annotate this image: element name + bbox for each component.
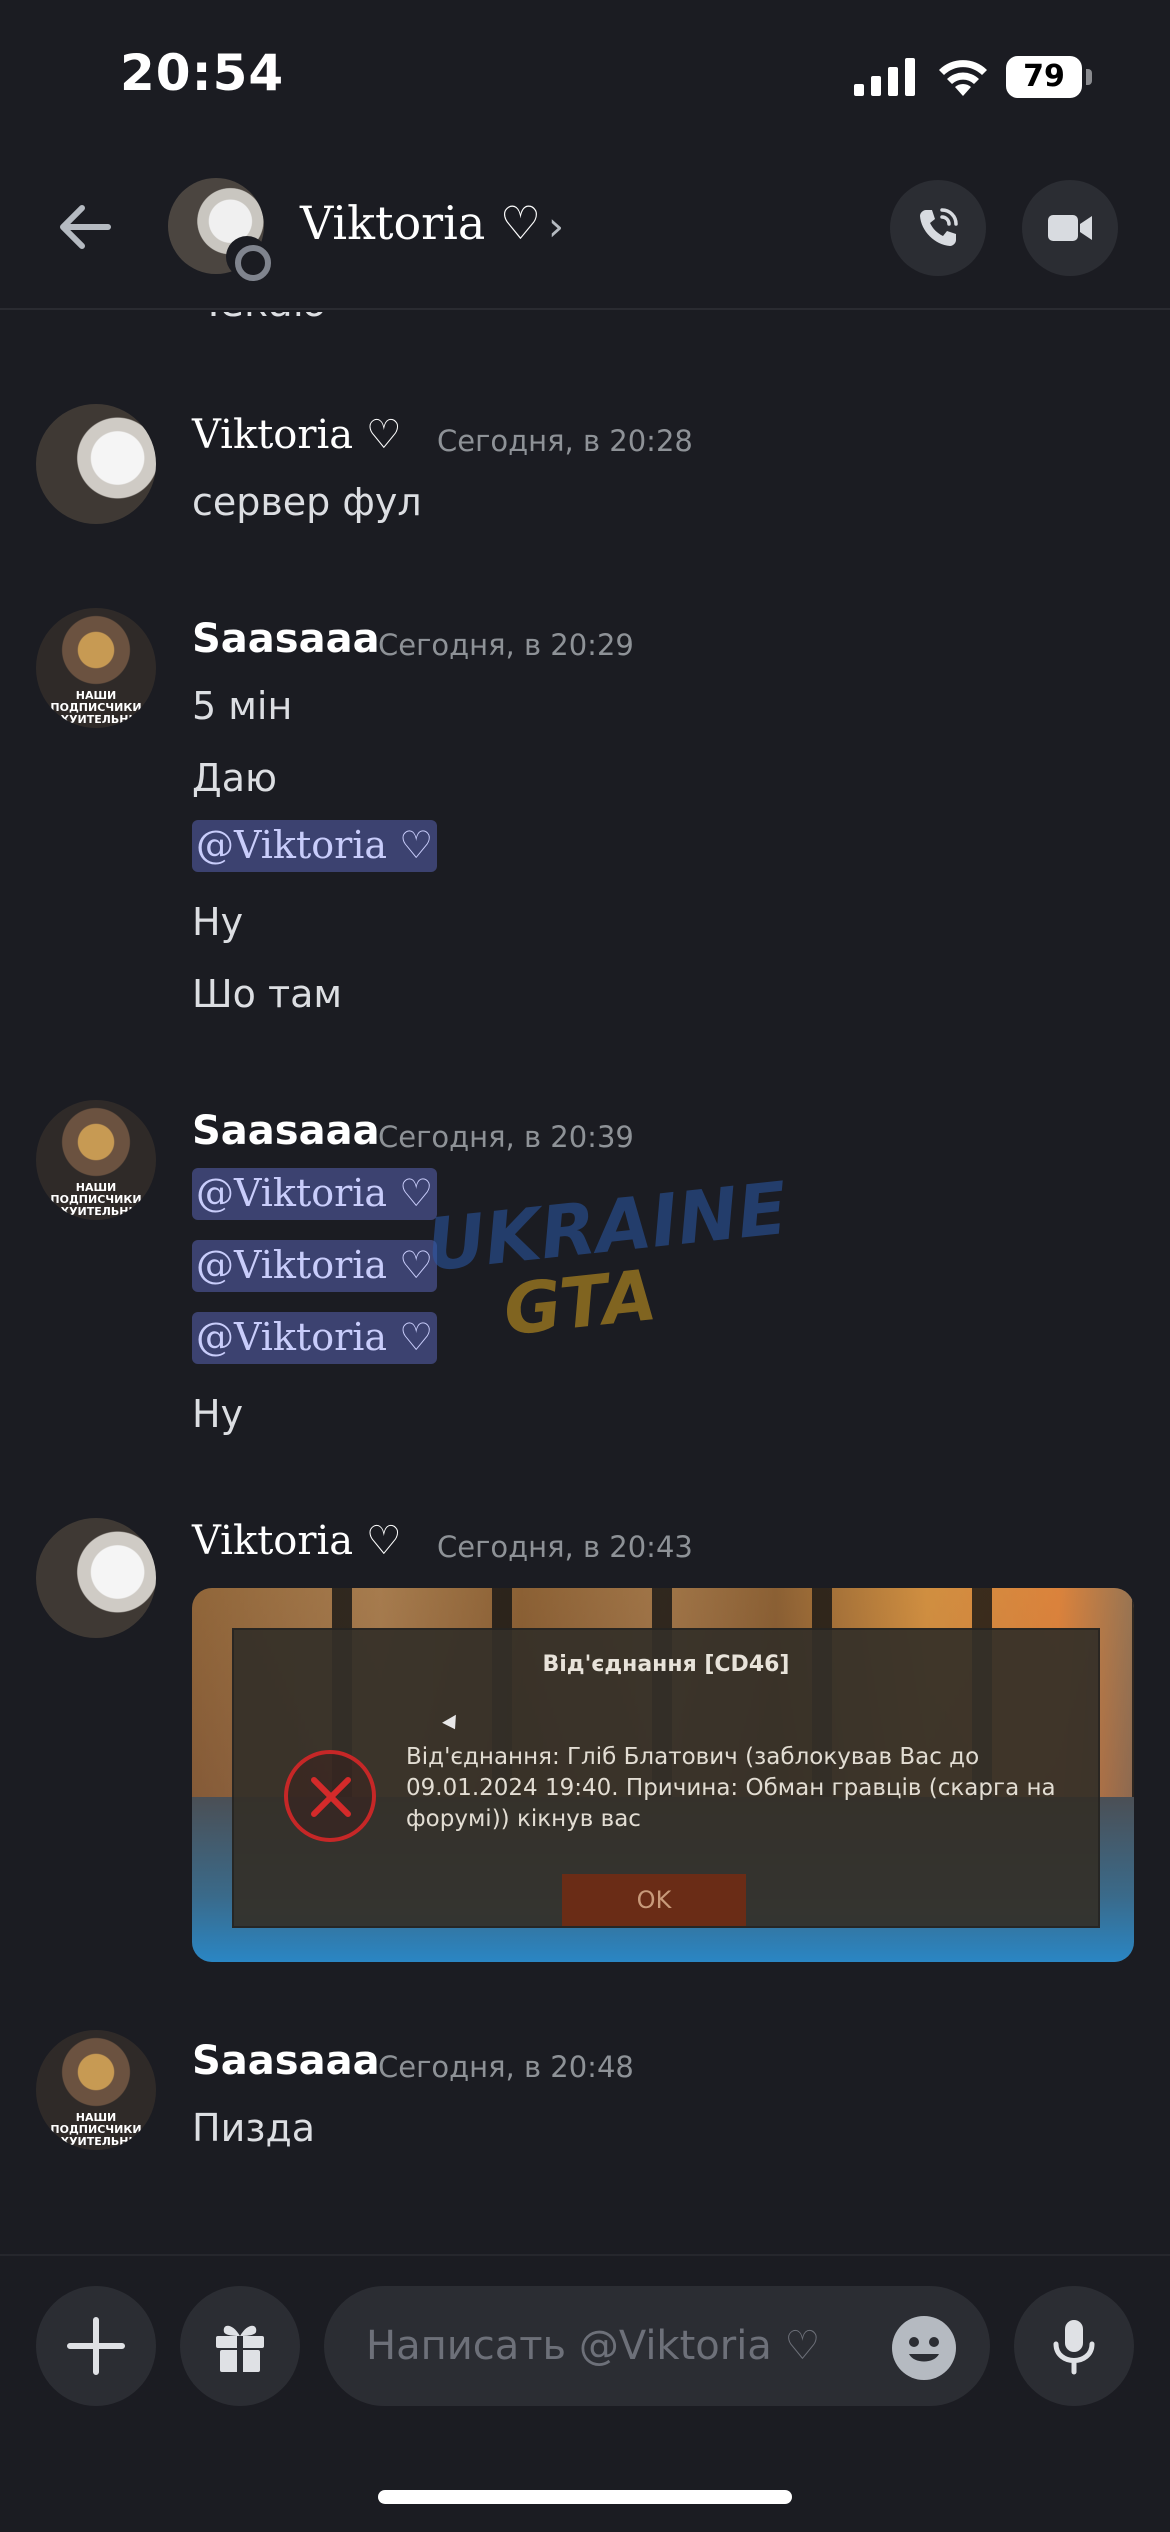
gift-button[interactable]: [180, 2286, 300, 2406]
battery-icon: 79: [1006, 56, 1092, 98]
message-text: Чекаю: [192, 312, 326, 326]
plus-icon: [67, 2317, 125, 2375]
voice-message-button[interactable]: [1014, 2286, 1134, 2406]
avatar-caption: НАШИ ПОДПИСЧИКИ АХУИТЕЛЬНЫ: [50, 2111, 142, 2148]
status-time: 20:54: [120, 44, 285, 102]
avatar-caption: НАШИ ПОДПИСЧИКИ АХУИТЕЛЬНЫ: [50, 1181, 142, 1218]
message-timestamp: Сегодня, в 20:48: [378, 2050, 634, 2084]
offline-status-icon: [226, 236, 271, 281]
dialog-title: Від'єднання [CD46]: [542, 1652, 790, 1677]
message-list[interactable]: Чекаю Viktoria ♡ Сегодня, в 20:28 сервер…: [0, 312, 1170, 2254]
message-timestamp: Сегодня, в 20:29: [378, 628, 634, 662]
user-mention[interactable]: @Viktoria ♡: [192, 1168, 438, 1220]
chat-header: Viktoria ♡ ›: [0, 160, 1170, 310]
phone-call-icon: [920, 208, 958, 246]
voice-call-button[interactable]: [890, 180, 986, 276]
avatar[interactable]: [36, 404, 156, 524]
emoji-icon: [909, 2337, 939, 2362]
avatar[interactable]: НАШИ ПОДПИСЧИКИ АХУИТЕЛЬНЫ: [36, 2030, 156, 2150]
message-input[interactable]: [324, 2286, 990, 2406]
image-attachment[interactable]: Від'єднання [CD46] Від'єднання: Гліб Бла…: [192, 1588, 1134, 1962]
message-text: Ну: [192, 900, 244, 944]
user-mention[interactable]: @Viktoria ♡: [192, 1240, 438, 1292]
chevron-right-icon[interactable]: ›: [548, 204, 564, 250]
user-mention[interactable]: @Viktoria ♡: [192, 820, 438, 872]
contact-name[interactable]: Viktoria ♡: [300, 196, 541, 250]
message-author[interactable]: Saasaaa: [192, 2038, 380, 2084]
status-bar: 20:54 79: [0, 0, 1170, 160]
add-attachment-button[interactable]: [36, 2286, 156, 2406]
wifi-icon: [939, 60, 987, 96]
message-text: Пизда: [192, 2106, 316, 2150]
message-author[interactable]: Viktoria ♡: [192, 1518, 402, 1564]
message-author[interactable]: Viktoria ♡: [192, 412, 402, 458]
message-author[interactable]: Saasaaa: [192, 616, 380, 662]
message-text: Даю: [192, 756, 277, 800]
dialog-ok-button: OK: [562, 1874, 746, 1926]
message-text: 5 мін: [192, 684, 293, 728]
signal-icon: [854, 58, 915, 96]
dialog-message: Від'єднання: Гліб Блатович (заблокував В…: [406, 1744, 1056, 1832]
microphone-icon: [1053, 2320, 1095, 2375]
avatar-caption: НАШИ ПОДПИСЧИКИ АХУИТЕЛЬНЫ: [50, 689, 142, 726]
message-timestamp: Сегодня, в 20:39: [378, 1120, 634, 1154]
gift-icon: [216, 2325, 264, 2372]
message-timestamp: Сегодня, в 20:28: [437, 424, 693, 458]
message-author[interactable]: Saasaaa: [192, 1108, 380, 1154]
emoji-button[interactable]: [892, 2316, 956, 2380]
avatar[interactable]: НАШИ ПОДПИСЧИКИ АХУИТЕЛЬНЫ: [36, 608, 156, 728]
message-text: Ну: [192, 1392, 244, 1436]
message-text: сервер фул: [192, 480, 422, 524]
back-arrow-icon[interactable]: [48, 190, 122, 264]
error-x-icon: [284, 1750, 376, 1842]
message-text: Шо там: [192, 972, 343, 1016]
avatar[interactable]: НАШИ ПОДПИСЧИКИ АХУИТЕЛЬНЫ: [36, 1100, 156, 1220]
message-timestamp: Сегодня, в 20:43: [437, 1530, 693, 1564]
battery-level: 79: [1006, 56, 1082, 98]
user-mention[interactable]: @Viktoria ♡: [192, 1312, 438, 1364]
avatar[interactable]: [36, 1518, 156, 1638]
home-indicator[interactable]: [378, 2490, 792, 2504]
video-camera-icon: [1048, 215, 1092, 241]
video-call-button[interactable]: [1022, 180, 1118, 276]
